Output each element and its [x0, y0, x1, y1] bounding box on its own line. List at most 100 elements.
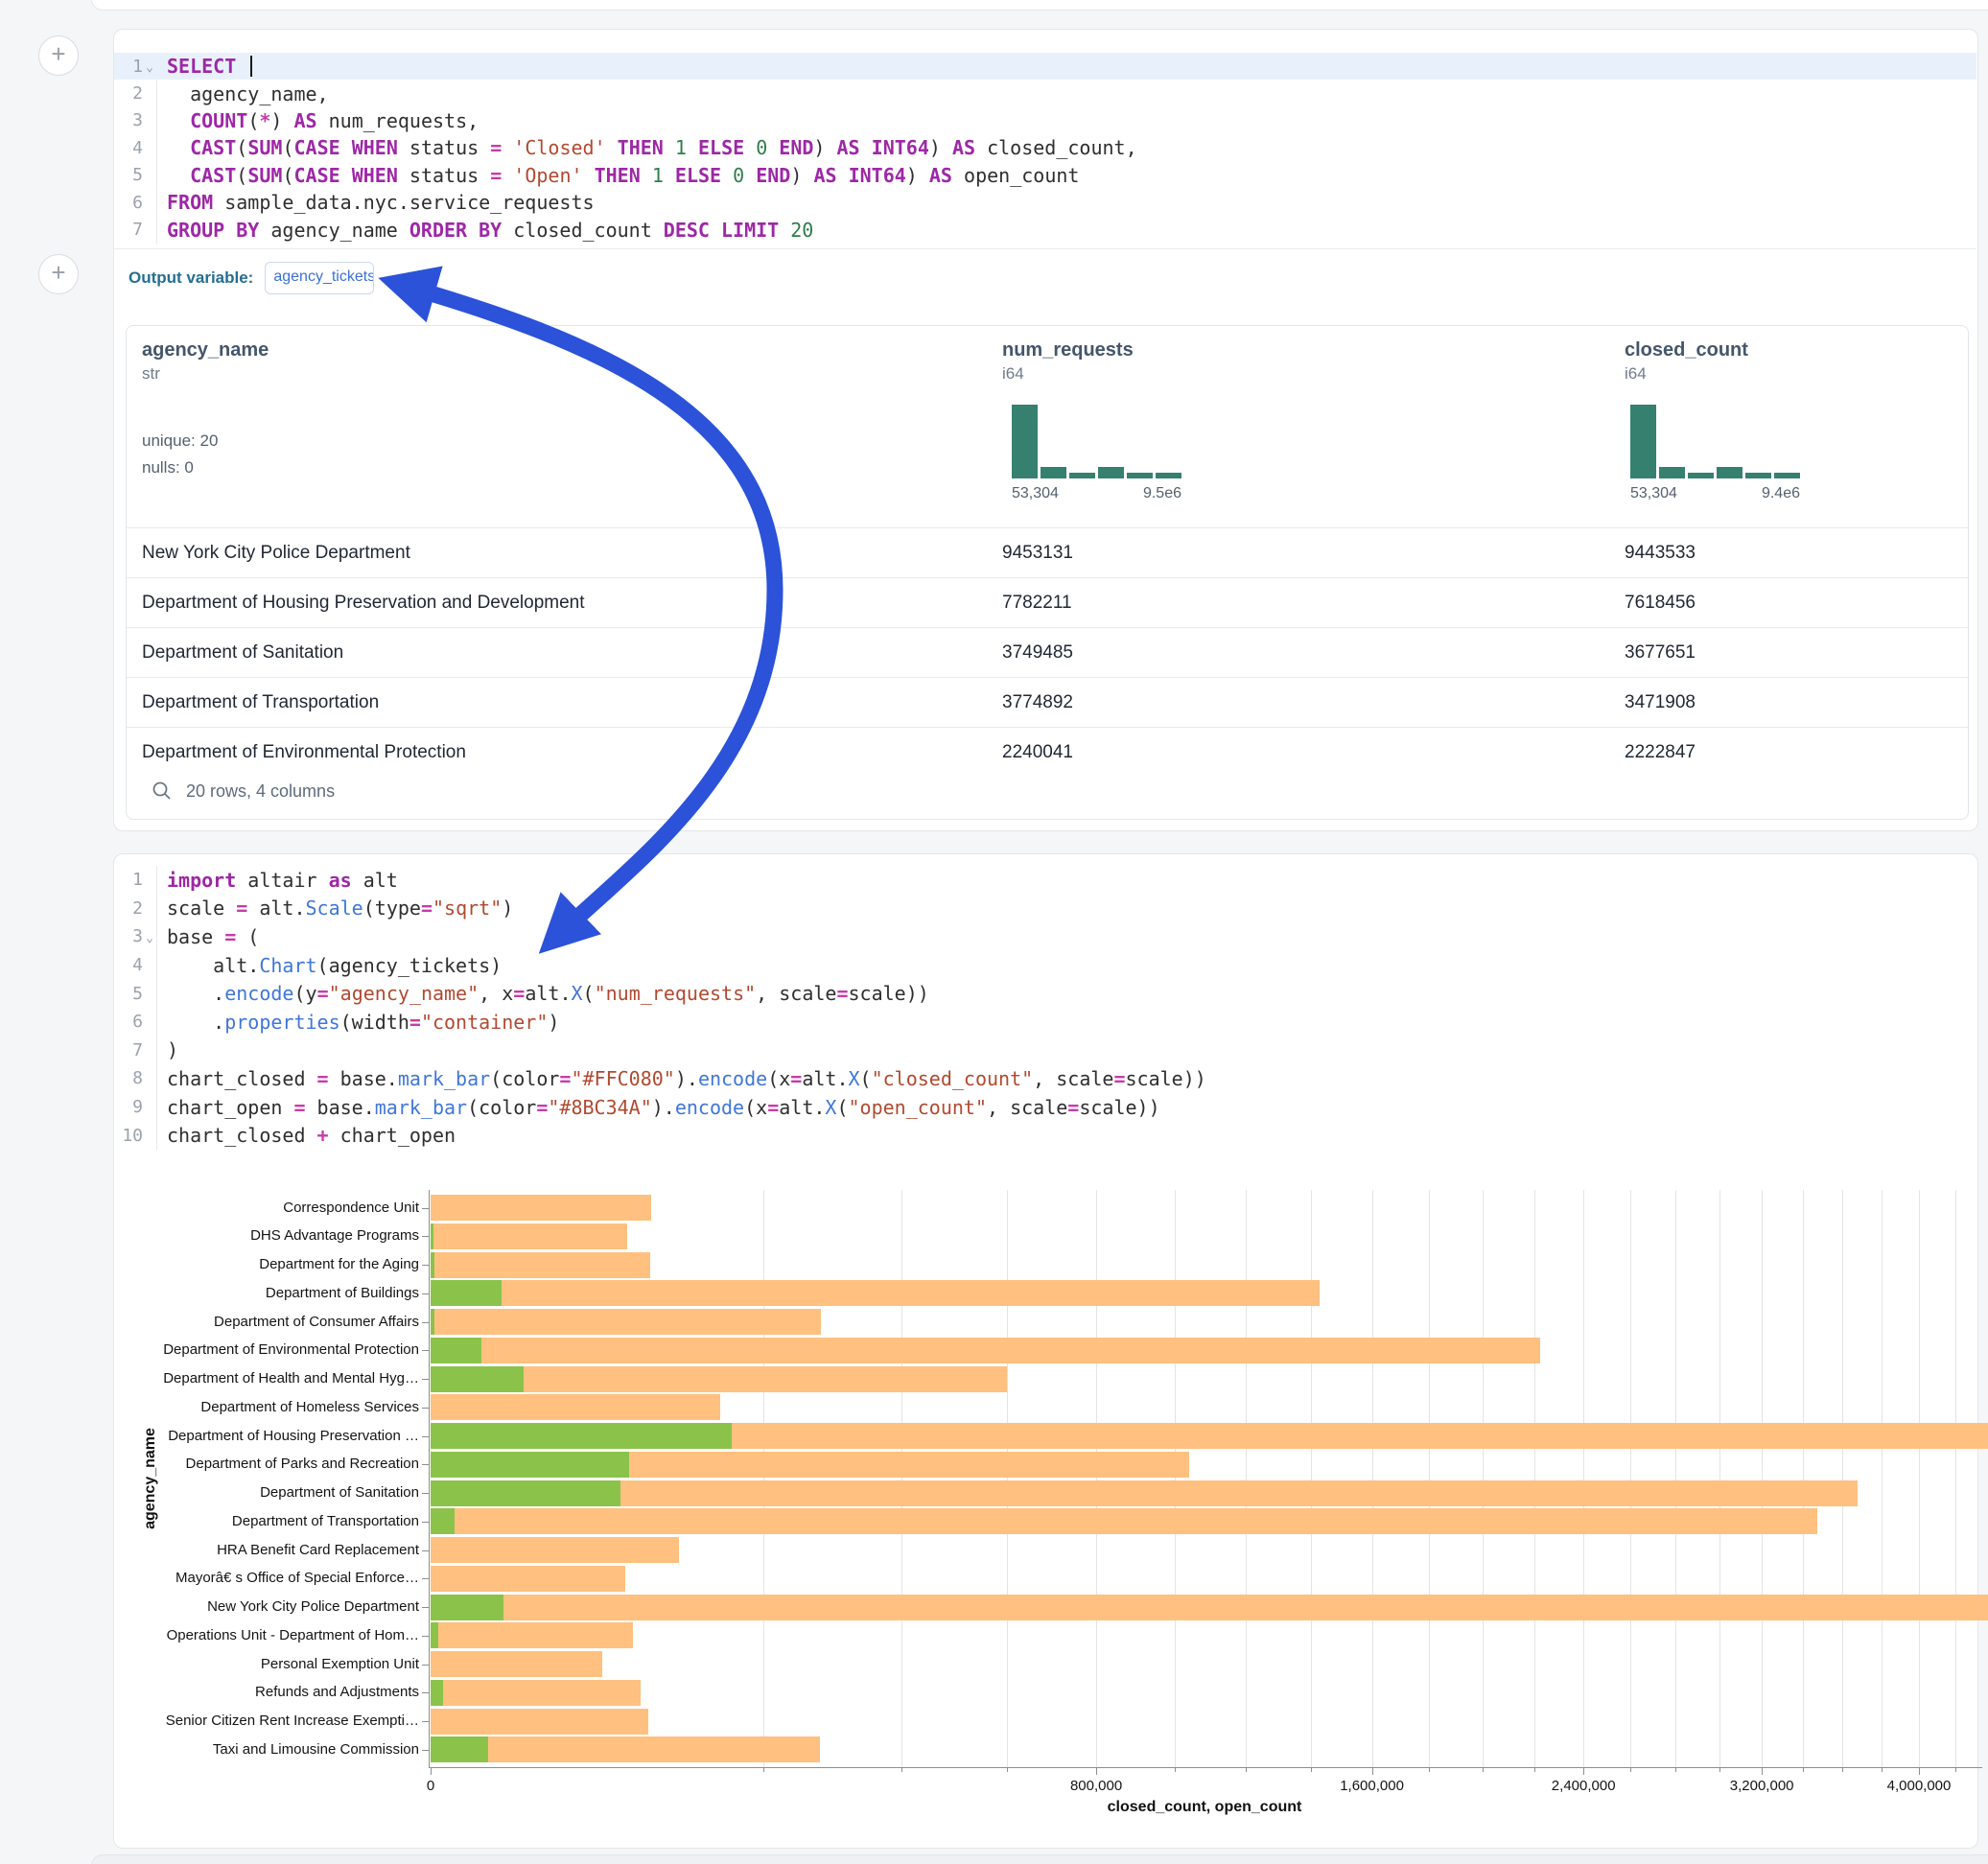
code-line[interactable]: 8chart_closed = base.mark_bar(color="#FF…	[114, 1064, 1976, 1093]
code-token	[664, 164, 675, 187]
code-token: END	[779, 136, 813, 159]
code-token: , scale	[987, 1096, 1067, 1119]
code-token: alt.	[779, 1096, 825, 1119]
code-line[interactable]: 2scale = alt.Scale(type="sqrt")	[114, 895, 1976, 923]
fold-toggle-icon	[143, 1020, 156, 1023]
code-token: .	[167, 1011, 224, 1034]
code-token: =	[293, 1096, 305, 1119]
column-header[interactable]: closed_count	[1625, 339, 1748, 361]
code-token: LIMIT	[721, 219, 779, 242]
code-token: encode	[675, 1096, 744, 1119]
code-token: encode	[698, 1067, 767, 1090]
add-cell-button[interactable]: +	[38, 254, 79, 294]
code-token: =	[790, 1067, 802, 1090]
code-token: "agency_name"	[329, 982, 479, 1005]
code-token: +	[317, 1124, 329, 1147]
code-token: AS	[952, 136, 975, 159]
code-text: )	[156, 1037, 178, 1065]
code-line[interactable]: 10chart_closed + chart_open	[114, 1121, 1976, 1150]
code-token: =	[490, 164, 502, 187]
code-line[interactable]: 5 CAST(SUM(CASE WHEN status = 'Open' THE…	[114, 162, 1976, 189]
code-token: closed_count	[502, 219, 664, 242]
code-line[interactable]: 9chart_open = base.mark_bar(color="#8BC3…	[114, 1093, 1976, 1122]
fold-toggle-icon	[143, 964, 156, 967]
table-cell: 7782211	[1002, 593, 1072, 614]
code-line[interactable]: 5 .encode(y="agency_name", x=alt.X("num_…	[114, 979, 1976, 1008]
code-token: "closed_count"	[872, 1067, 1034, 1090]
add-cell-button[interactable]: +	[38, 35, 79, 76]
code-token: X	[849, 1067, 860, 1090]
code-token: base.	[329, 1067, 398, 1090]
code-token: =	[317, 1067, 329, 1090]
code-token	[779, 219, 790, 242]
code-token	[664, 136, 675, 159]
result-table: agency_namestrunique: 20nulls: 0num_requ…	[126, 325, 1969, 820]
fold-toggle-icon[interactable]: ⌄	[143, 928, 156, 945]
sql-code-editor[interactable]: 1⌄SELECT 2 agency_name,3 COUNT(*) AS num…	[114, 30, 1976, 244]
table-row[interactable]: Department of Environmental Protection22…	[127, 727, 1968, 778]
code-token: END	[756, 164, 790, 187]
code-line[interactable]: 1⌄SELECT	[114, 53, 1976, 80]
code-text: SELECT	[156, 53, 252, 80]
code-line[interactable]: 4 alt.Chart(agency_tickets)	[114, 951, 1976, 980]
sql-cell: 1⌄SELECT 2 agency_name,3 COUNT(*) AS num…	[113, 29, 1978, 831]
histogram-max-label: 9.5e6	[1012, 485, 1181, 502]
code-token	[767, 136, 779, 159]
code-token: AS	[837, 136, 860, 159]
code-line[interactable]: 7GROUP BY agency_name ORDER BY closed_co…	[114, 216, 1976, 243]
code-line[interactable]: 3⌄base = (	[114, 922, 1976, 951]
code-token	[167, 164, 190, 187]
code-token: chart_open	[167, 1096, 293, 1119]
code-token: "container"	[421, 1011, 548, 1034]
code-line[interactable]: 4 CAST(SUM(CASE WHEN status = 'Closed' T…	[114, 134, 1976, 161]
code-text: base = (	[156, 922, 259, 951]
table-cell: Department of Transportation	[142, 692, 379, 713]
code-token: AS	[294, 109, 317, 132]
code-line[interactable]: 7)	[114, 1037, 1976, 1065]
output-variable-pill[interactable]: agency_tickets	[265, 262, 374, 294]
code-token: ).	[675, 1067, 698, 1090]
code-token: )	[790, 164, 813, 187]
code-token: =	[409, 1011, 421, 1034]
code-token: DESC	[664, 219, 710, 242]
code-token: 1	[675, 136, 687, 159]
line-number: 2	[114, 898, 143, 919]
table-row[interactable]: Department of Housing Preservation and D…	[127, 577, 1968, 628]
output-variable-label: Output variable:	[129, 268, 253, 288]
code-token: (x	[767, 1067, 790, 1090]
histogram-bar	[1098, 467, 1124, 478]
code-token: (width	[340, 1011, 409, 1034]
table-row[interactable]: Department of Sanitation37494853677651	[127, 627, 1968, 678]
fold-toggle-icon	[143, 907, 156, 910]
code-token: (	[236, 136, 247, 159]
column-header[interactable]: num_requests	[1002, 339, 1134, 361]
search-icon[interactable]	[152, 781, 173, 802]
next-cell-edge	[91, 1854, 1988, 1864]
histogram-max-label: 9.4e6	[1630, 485, 1800, 502]
code-token: WHEN	[352, 136, 398, 159]
code-token: =	[1113, 1067, 1125, 1090]
python-code-editor[interactable]: 1import altair as alt2scale = alt.Scale(…	[114, 854, 1976, 1150]
code-line[interactable]: 6FROM sample_data.nyc.service_requests	[114, 189, 1976, 216]
code-token: )	[906, 164, 929, 187]
column-header[interactable]: agency_name	[142, 339, 269, 361]
fold-toggle-icon[interactable]: ⌄	[143, 58, 156, 75]
code-token: THEN	[618, 136, 664, 159]
code-token: (	[836, 1096, 848, 1119]
code-line[interactable]: 6 .properties(width="container")	[114, 1008, 1976, 1037]
code-line[interactable]: 3 COUNT(*) AS num_requests,	[114, 107, 1976, 134]
code-token: )	[929, 136, 952, 159]
code-token	[721, 164, 733, 187]
histogram-bar	[1745, 473, 1771, 478]
fold-toggle-icon	[143, 228, 156, 231]
code-token: , x	[479, 982, 513, 1005]
code-token: =	[536, 1096, 548, 1119]
code-token: "#FFC080"	[571, 1067, 674, 1090]
table-row[interactable]: Department of Transportation377489234719…	[127, 677, 1968, 728]
code-line[interactable]: 1import altair as alt	[114, 866, 1976, 895]
code-token: (	[236, 925, 259, 948]
code-line[interactable]: 2 agency_name,	[114, 80, 1976, 106]
fold-toggle-icon	[143, 174, 156, 176]
table-row[interactable]: New York City Police Department945313194…	[127, 527, 1968, 578]
code-token: altair	[236, 869, 328, 892]
